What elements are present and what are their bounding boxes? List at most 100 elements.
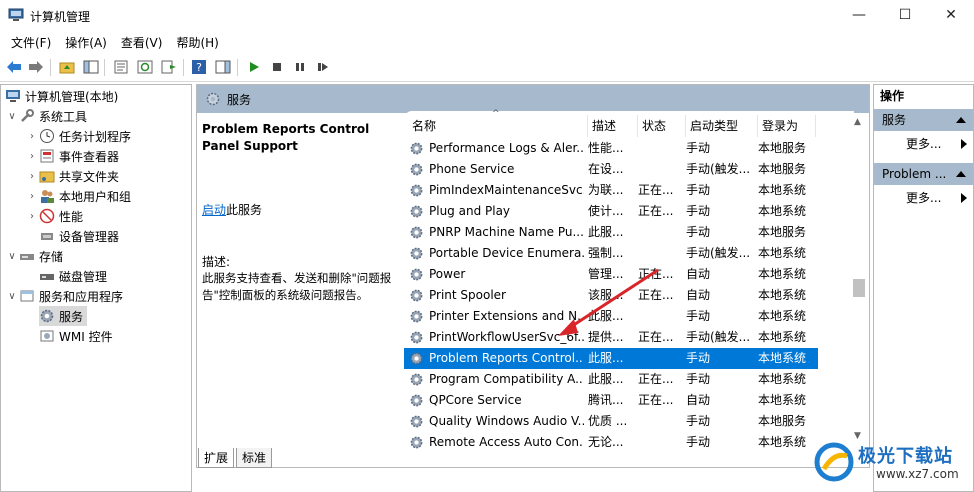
chevron-right-icon[interactable]: › [25, 211, 39, 222]
wmi-icon [40, 330, 54, 342]
menu-help[interactable]: 帮助(H) [169, 32, 225, 54]
tree-item-system-tools[interactable]: ∨ 系统工具 [5, 106, 87, 126]
chevron-right-icon [961, 139, 967, 149]
menu-action[interactable]: 操作(A) [58, 32, 114, 54]
minimize-icon: — [852, 7, 866, 23]
pause-icon [296, 63, 304, 71]
chevron-right-icon[interactable]: › [25, 191, 39, 202]
menu-view[interactable]: 查看(V) [114, 32, 170, 54]
chevron-right-icon [961, 193, 967, 203]
clock-icon [40, 129, 54, 143]
tree-item-device-manager[interactable]: 设备管理器 [39, 226, 119, 246]
chevron-down-icon[interactable]: ∨ [5, 111, 19, 122]
back-button[interactable] [5, 58, 23, 76]
chevron-down-icon[interactable]: ∨ [5, 251, 19, 262]
actions-more-2[interactable]: 更多... [874, 187, 973, 209]
export-list-button[interactable] [160, 58, 178, 76]
tree-item-services[interactable]: 服务 [39, 306, 88, 326]
tab-standard[interactable]: 标准 [236, 448, 273, 468]
restart-icon [318, 63, 328, 71]
annotation-arrow [558, 268, 659, 336]
services-apps-icon [20, 290, 34, 302]
properties-button[interactable] [112, 58, 130, 76]
computer-management-icon [6, 90, 20, 102]
back-arrow-icon [7, 61, 21, 73]
tree-item-wmi[interactable]: WMI 控件 [39, 326, 113, 346]
tree-item-root[interactable]: 计算机管理(本地) [5, 86, 118, 106]
refresh-icon [137, 60, 153, 74]
folder-up-icon [59, 62, 75, 74]
scroll-thumb[interactable] [853, 279, 865, 297]
gear-icon [40, 309, 54, 323]
view-tabs: 扩展 标准 [196, 448, 870, 470]
window-title: 计算机管理 [30, 10, 91, 24]
forward-arrow-icon [29, 61, 43, 73]
services-list: ^ 名称 描述 状态 启动类型 登录为 Performance Logs & A… [404, 109, 854, 449]
properties-icon [114, 60, 128, 74]
start-service-link[interactable]: 启动 [202, 203, 226, 217]
tree-item-event-viewer[interactable]: › 事件查看器 [25, 146, 119, 166]
disk-icon [40, 274, 54, 280]
chevron-right-icon[interactable]: › [25, 171, 39, 182]
minimize-button[interactable]: — [836, 0, 882, 30]
watermark-url: www.xz7.com [876, 467, 959, 481]
menu-file[interactable]: 文件(F) [4, 32, 58, 54]
storage-icon [20, 254, 34, 260]
restart-service-button[interactable] [314, 58, 332, 76]
start-service-button[interactable] [245, 58, 263, 76]
scroll-up-icon[interactable]: ▲ [854, 117, 861, 127]
tab-extended[interactable]: 扩展 [198, 448, 235, 468]
refresh-button[interactable] [136, 58, 154, 76]
performance-icon [39, 208, 55, 224]
chevron-down-icon[interactable]: ∨ [5, 291, 19, 302]
tree-item-local-users[interactable]: › 本地用户和组 [25, 186, 131, 206]
show-hide-tree-button[interactable] [82, 58, 100, 76]
actions-pane: 操作 服务 更多... Problem ... 更多... [873, 84, 974, 492]
collapse-up-icon[interactable] [956, 117, 966, 123]
users-icon [41, 190, 54, 203]
tree-item-disk-management[interactable]: 磁盘管理 [39, 266, 107, 286]
vertical-scrollbar[interactable]: ▲ ▼ [850, 113, 868, 443]
tree-item-storage[interactable]: ∨ 存储 [5, 246, 63, 266]
start-service-text: 启动此服务 [202, 203, 263, 217]
console-tree-icon [83, 60, 99, 74]
chevron-right-icon[interactable]: › [25, 131, 39, 142]
actions-section-problem-reports[interactable]: Problem ... [874, 163, 973, 185]
service-detail-title: Problem Reports Control Panel Support [202, 122, 370, 153]
gear-icon [206, 92, 220, 106]
shared-folder-icon [39, 171, 55, 183]
svg-text:?: ? [196, 61, 202, 74]
watermark-brand: 极光下载站 [858, 446, 953, 467]
stop-icon [273, 63, 281, 71]
actions-title: 操作 [880, 89, 905, 103]
tree-item-shared-folders[interactable]: › 共享文件夹 [25, 166, 119, 186]
event-viewer-icon [40, 149, 54, 163]
services-header-title: 服务 [227, 92, 252, 107]
title-bar: 计算机管理 — ☐ ✕ [0, 0, 974, 32]
toolbar: ? [0, 54, 974, 82]
tree-item-task-scheduler[interactable]: › 任务计划程序 [25, 126, 131, 146]
maximize-button[interactable]: ☐ [882, 0, 928, 30]
up-folder-button[interactable] [58, 58, 76, 76]
actions-more-1[interactable]: 更多... [874, 133, 973, 155]
stop-service-button[interactable] [268, 58, 286, 76]
show-hide-action-pane-button[interactable] [214, 58, 232, 76]
export-icon [161, 60, 176, 74]
console-tree: 计算机管理(本地) ∨ 系统工具 › 任务计划程序 › 事件查看器 › 共享文件… [0, 84, 192, 492]
maximize-icon: ☐ [898, 7, 912, 23]
pause-service-button[interactable] [291, 58, 309, 76]
collapse-up-icon[interactable] [956, 171, 966, 177]
help-button[interactable]: ? [190, 58, 208, 76]
chevron-right-icon[interactable]: › [25, 151, 39, 162]
help-icon: ? [192, 60, 206, 74]
tree-item-services-apps[interactable]: ∨ 服务和应用程序 [5, 286, 123, 306]
brand-logo-icon [814, 442, 854, 482]
service-description-panel: Problem Reports Control Panel Support 启动… [197, 113, 402, 443]
watermark: 极光下载站 www.xz7.com [812, 438, 970, 488]
forward-button[interactable] [27, 58, 45, 76]
tree-item-performance[interactable]: › 性能 [25, 206, 83, 226]
close-icon: ✕ [945, 7, 957, 23]
description-label: 描述: [202, 255, 231, 269]
actions-section-services[interactable]: 服务 [874, 109, 973, 131]
close-button[interactable]: ✕ [928, 0, 974, 30]
